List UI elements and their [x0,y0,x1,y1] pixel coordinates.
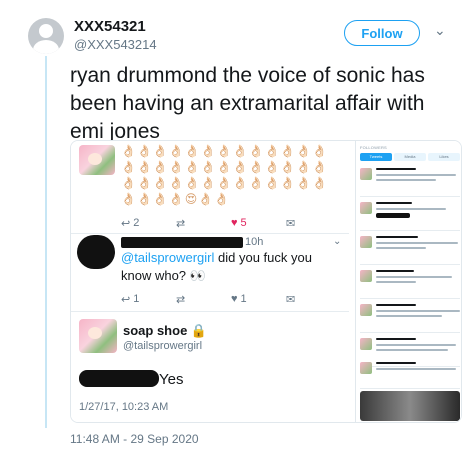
thread-line [45,56,47,428]
list-item [360,267,460,299]
avatar[interactable] [28,18,64,54]
avatar [360,338,372,350]
left-screenshot: 👌🏻👌🏻👌🏻👌🏻👌🏻👌🏻👌🏻👌🏻👌🏻👌🏻👌🏻👌🏻👌🏻👌🏻👌🏻👌🏻👌🏻👌🏻👌🏻👌🏻… [71,141,349,422]
avatar [79,145,115,175]
list-item [360,233,460,265]
tweet-actions: ↩ 2 ⇄ ♥ 5 ✉ [121,215,341,231]
list-item [360,165,460,197]
avatar [360,304,372,316]
reply-time: 10h [245,236,264,248]
avatar-head-shape [39,24,53,38]
heart-icon: ♥ [231,217,238,229]
like-count: 5 [240,217,247,229]
redacted-avatar [77,235,115,269]
redacted-text [79,370,159,387]
reply-count: 1 [133,293,140,305]
redacted-name [121,237,243,248]
user-handle[interactable]: @tailsprowergirl [123,340,202,352]
avatar [79,319,117,353]
divider [71,233,349,234]
mention-link[interactable]: @tailsprowergirl [121,250,214,265]
response-timestamp: 1/27/17, 10:23 AM [79,401,169,413]
share-action[interactable]: ✉ [286,293,341,306]
tab-media: Media [394,153,426,161]
chevron-down-icon[interactable]: ⌄ [434,22,446,39]
avatar [360,362,372,374]
share-icon: ✉ [286,217,296,230]
follow-button[interactable]: Follow [344,20,420,46]
emoji-reply-text: 👌🏻👌🏻👌🏻👌🏻👌🏻👌🏻👌🏻👌🏻👌🏻👌🏻👌🏻👌🏻👌🏻👌🏻👌🏻👌🏻👌🏻👌🏻👌🏻👌🏻… [121,144,329,206]
like-count: 1 [240,293,247,305]
list-item [360,199,460,231]
retweet-icon: ⇄ [176,293,186,306]
tweet-media[interactable]: 👌🏻👌🏻👌🏻👌🏻👌🏻👌🏻👌🏻👌🏻👌🏻👌🏻👌🏻👌🏻👌🏻👌🏻👌🏻👌🏻👌🏻👌🏻👌🏻👌🏻… [70,140,462,423]
reply-action[interactable]: ↩ 1 [121,293,176,306]
list-item [360,301,460,333]
tweet-actions: ↩ 1 ⇄ ♥ 1 ✉ [121,291,341,307]
avatar-body-shape [33,40,59,54]
like-action[interactable]: ♥ 5 [231,217,286,229]
avatar [360,202,372,214]
tweet-text: ryan drummond the voice of sonic has bee… [70,64,425,143]
avatar [360,270,372,282]
chevron-down-icon[interactable]: ⌄ [333,236,341,247]
retweet-action[interactable]: ⇄ [176,293,231,306]
screenshot-tabs: Tweets Media Likes [360,153,460,161]
avatar [360,236,372,248]
like-action[interactable]: ♥ 1 [231,293,286,305]
reply-action[interactable]: ↩ 2 [121,217,176,230]
share-action[interactable]: ✉ [286,217,341,230]
retweet-icon: ⇄ [176,217,186,230]
retweet-action[interactable]: ⇄ [176,217,231,230]
share-icon: ✉ [286,293,296,306]
heart-icon: ♥ [231,293,238,305]
tweet-timestamp[interactable]: 11:48 AM - 29 Sep 2020 [70,432,199,446]
response-text: Yes [159,371,184,388]
tab-likes: Likes [428,153,460,161]
tab-tweets: Tweets [360,153,392,161]
right-screenshot: FOLLOWERS Tweets Media Likes [355,141,461,422]
reply-icon: ↩ [121,293,131,306]
avatar [360,168,372,180]
reply-icon: ↩ [121,217,131,230]
divider [71,311,349,312]
user-handle[interactable]: @XXX543214 [74,37,157,52]
screenshot-header: FOLLOWERS [360,145,387,150]
display-name[interactable]: XXX54321 [74,18,146,35]
screenshot-image [360,391,460,421]
tweet-header: XXX54321 @XXX543214 Follow ⌄ [28,14,468,58]
reply-count: 2 [133,217,140,229]
reply-text: @tailsprowergirl did you fuck you know w… [121,249,336,285]
list-item [360,359,460,389]
display-name[interactable]: soap shoe 🔒 [123,323,207,339]
